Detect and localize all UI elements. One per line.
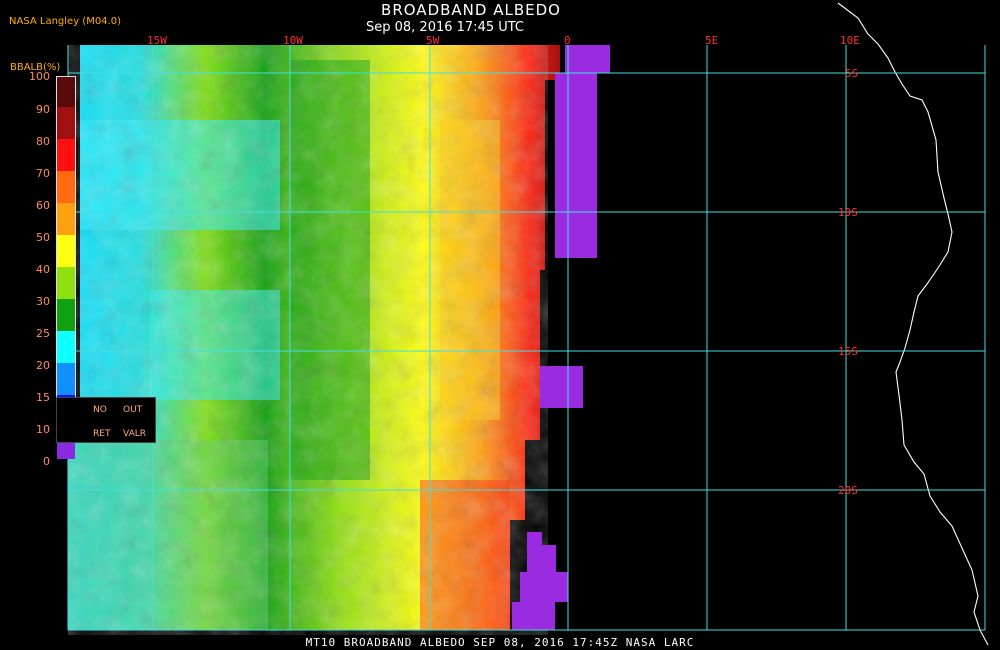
footer-caption: MT10 BROADBAND ALBEDO SEP 08, 2016 17:45… <box>305 636 695 649</box>
lon-label-15w: 15W <box>147 34 167 47</box>
lon-label-0: 0 <box>564 34 571 47</box>
albedo-swath <box>68 45 560 635</box>
chart-timestamp: Sep 08, 2016 17:45 UTC <box>365 20 525 35</box>
legend-tick: 60 <box>36 199 50 212</box>
legend-tick: 10 <box>36 423 50 436</box>
lon-label-10e: 10E <box>840 34 860 47</box>
legend-tick: 100 <box>29 70 50 83</box>
legend-colorbar <box>56 76 76 459</box>
legend-swatch <box>57 139 75 171</box>
legend-tick: 80 <box>36 135 50 148</box>
nodata-ret-label: RET <box>93 429 111 439</box>
legend-tick: 25 <box>36 327 50 340</box>
legend-tick: 15 <box>36 391 50 404</box>
legend-swatch <box>57 331 75 363</box>
nodata-valr-label: VALR <box>123 429 147 439</box>
legend-tick: 0 <box>43 455 50 468</box>
nodata-out-label: OUT <box>123 405 143 415</box>
lon-label-5w: 5W <box>426 34 440 47</box>
legend-swatch <box>57 363 75 395</box>
legend-swatch <box>57 77 75 107</box>
lon-label-10w: 10W <box>283 34 303 47</box>
legend-swatch <box>57 299 75 331</box>
legend-swatch <box>57 203 75 235</box>
nodata-no-label: NO <box>93 405 107 415</box>
legend-tick: 90 <box>36 103 50 116</box>
legend-tick: 40 <box>36 263 50 276</box>
legend-swatch <box>57 267 75 299</box>
legend-tick: 50 <box>36 231 50 244</box>
nodata-legend-box: NO OUT RET VALR <box>56 397 156 443</box>
lat-label-15s: 15S <box>838 345 858 358</box>
coastline <box>837 2 989 646</box>
legend-tick: 30 <box>36 295 50 308</box>
lat-label-10s: 10S <box>838 206 858 219</box>
lat-label-5s: 5S <box>845 67 858 80</box>
albedo-map: 15W 10W 5W 0 5E 10E 5S 10S 15S 20S <box>67 2 989 646</box>
legend-swatch <box>57 235 75 267</box>
lat-label-20s: 20S <box>838 484 858 497</box>
legend-tick: 20 <box>36 359 50 372</box>
source-label: NASA Langley (M04.0) <box>9 16 121 27</box>
legend-swatch <box>57 107 75 139</box>
legend-swatch <box>57 171 75 203</box>
legend-tick: 70 <box>36 167 50 180</box>
chart-title: BROADBAND ALBEDO <box>381 1 561 19</box>
lon-label-5e: 5E <box>705 34 718 47</box>
